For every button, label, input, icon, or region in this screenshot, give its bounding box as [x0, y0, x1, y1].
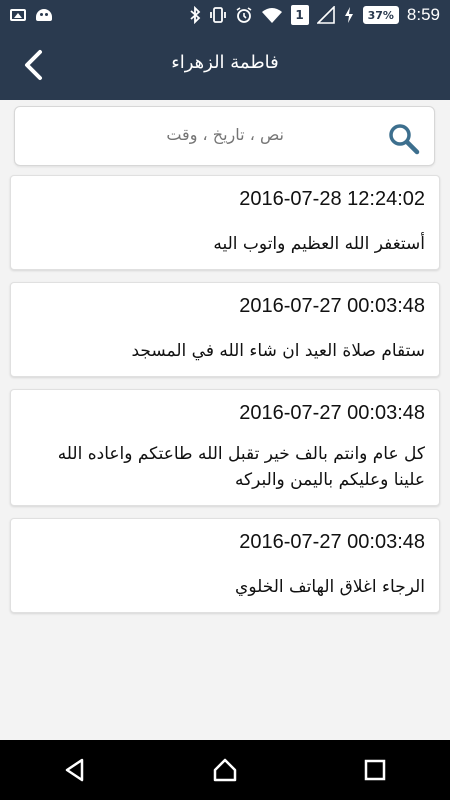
vibrate-icon	[209, 7, 226, 23]
navigation-bar	[0, 740, 450, 800]
page-title: فاطمة الزهراء	[171, 52, 279, 73]
empty-area	[0, 674, 450, 740]
nav-recents-button[interactable]	[355, 750, 395, 790]
message-list: 2016-07-28 12:24:02 أستغفر الله العظيم و…	[10, 175, 440, 625]
message-text: الرجاء اغلاق الهاتف الخلوي	[235, 577, 425, 597]
message-text: كل عام وانتم بالف خير تقبل الله طاعتكم و…	[57, 444, 425, 490]
message-datetime: 2016-07-27 00:03:48	[239, 402, 425, 424]
recents-square-icon	[364, 759, 386, 781]
message-text: ستقام صلاة العيد ان شاء الله في المسجد	[131, 341, 425, 361]
alarm-icon	[236, 7, 252, 23]
message-text: أستغفر الله العظيم واتوب اليه	[213, 234, 425, 254]
status-time: 8:59	[406, 5, 440, 24]
status-bar: 1 37% 8:59	[0, 0, 450, 30]
wifi-icon	[261, 8, 282, 23]
android-icon	[36, 9, 52, 21]
message-datetime: 2016-07-28 12:24:02	[239, 188, 425, 210]
image-icon	[10, 9, 26, 21]
home-icon	[213, 758, 237, 782]
message-datetime: 2016-07-27 00:03:48	[239, 531, 425, 553]
signal-icon	[316, 6, 335, 24]
message-card[interactable]: 2016-07-27 00:03:48 كل عام وانتم بالف خي…	[10, 389, 440, 506]
search-input[interactable]	[84, 125, 284, 144]
message-card[interactable]: 2016-07-28 12:24:02 أستغفر الله العظيم و…	[10, 175, 440, 270]
message-datetime: 2016-07-27 00:03:48	[239, 295, 425, 317]
search-button[interactable]	[386, 121, 420, 155]
status-right: 1 37% 8:59	[189, 5, 440, 25]
bluetooth-icon	[189, 6, 200, 24]
message-card[interactable]: 2016-07-27 00:03:48 ستقام صلاة العيد ان …	[10, 282, 440, 377]
sim-badge: 1	[290, 5, 309, 25]
nav-back-button[interactable]	[55, 750, 95, 790]
app-bar: فاطمة الزهراء	[0, 30, 450, 100]
search-icon	[389, 124, 420, 155]
charging-icon	[344, 7, 353, 23]
nav-home-button[interactable]	[205, 750, 245, 790]
status-left	[10, 9, 52, 21]
back-triangle-icon	[65, 758, 84, 782]
message-card[interactable]: 2016-07-27 00:03:48 الرجاء اغلاق الهاتف …	[10, 518, 440, 613]
search-box[interactable]	[14, 106, 435, 166]
battery-indicator: 37%	[362, 6, 399, 24]
